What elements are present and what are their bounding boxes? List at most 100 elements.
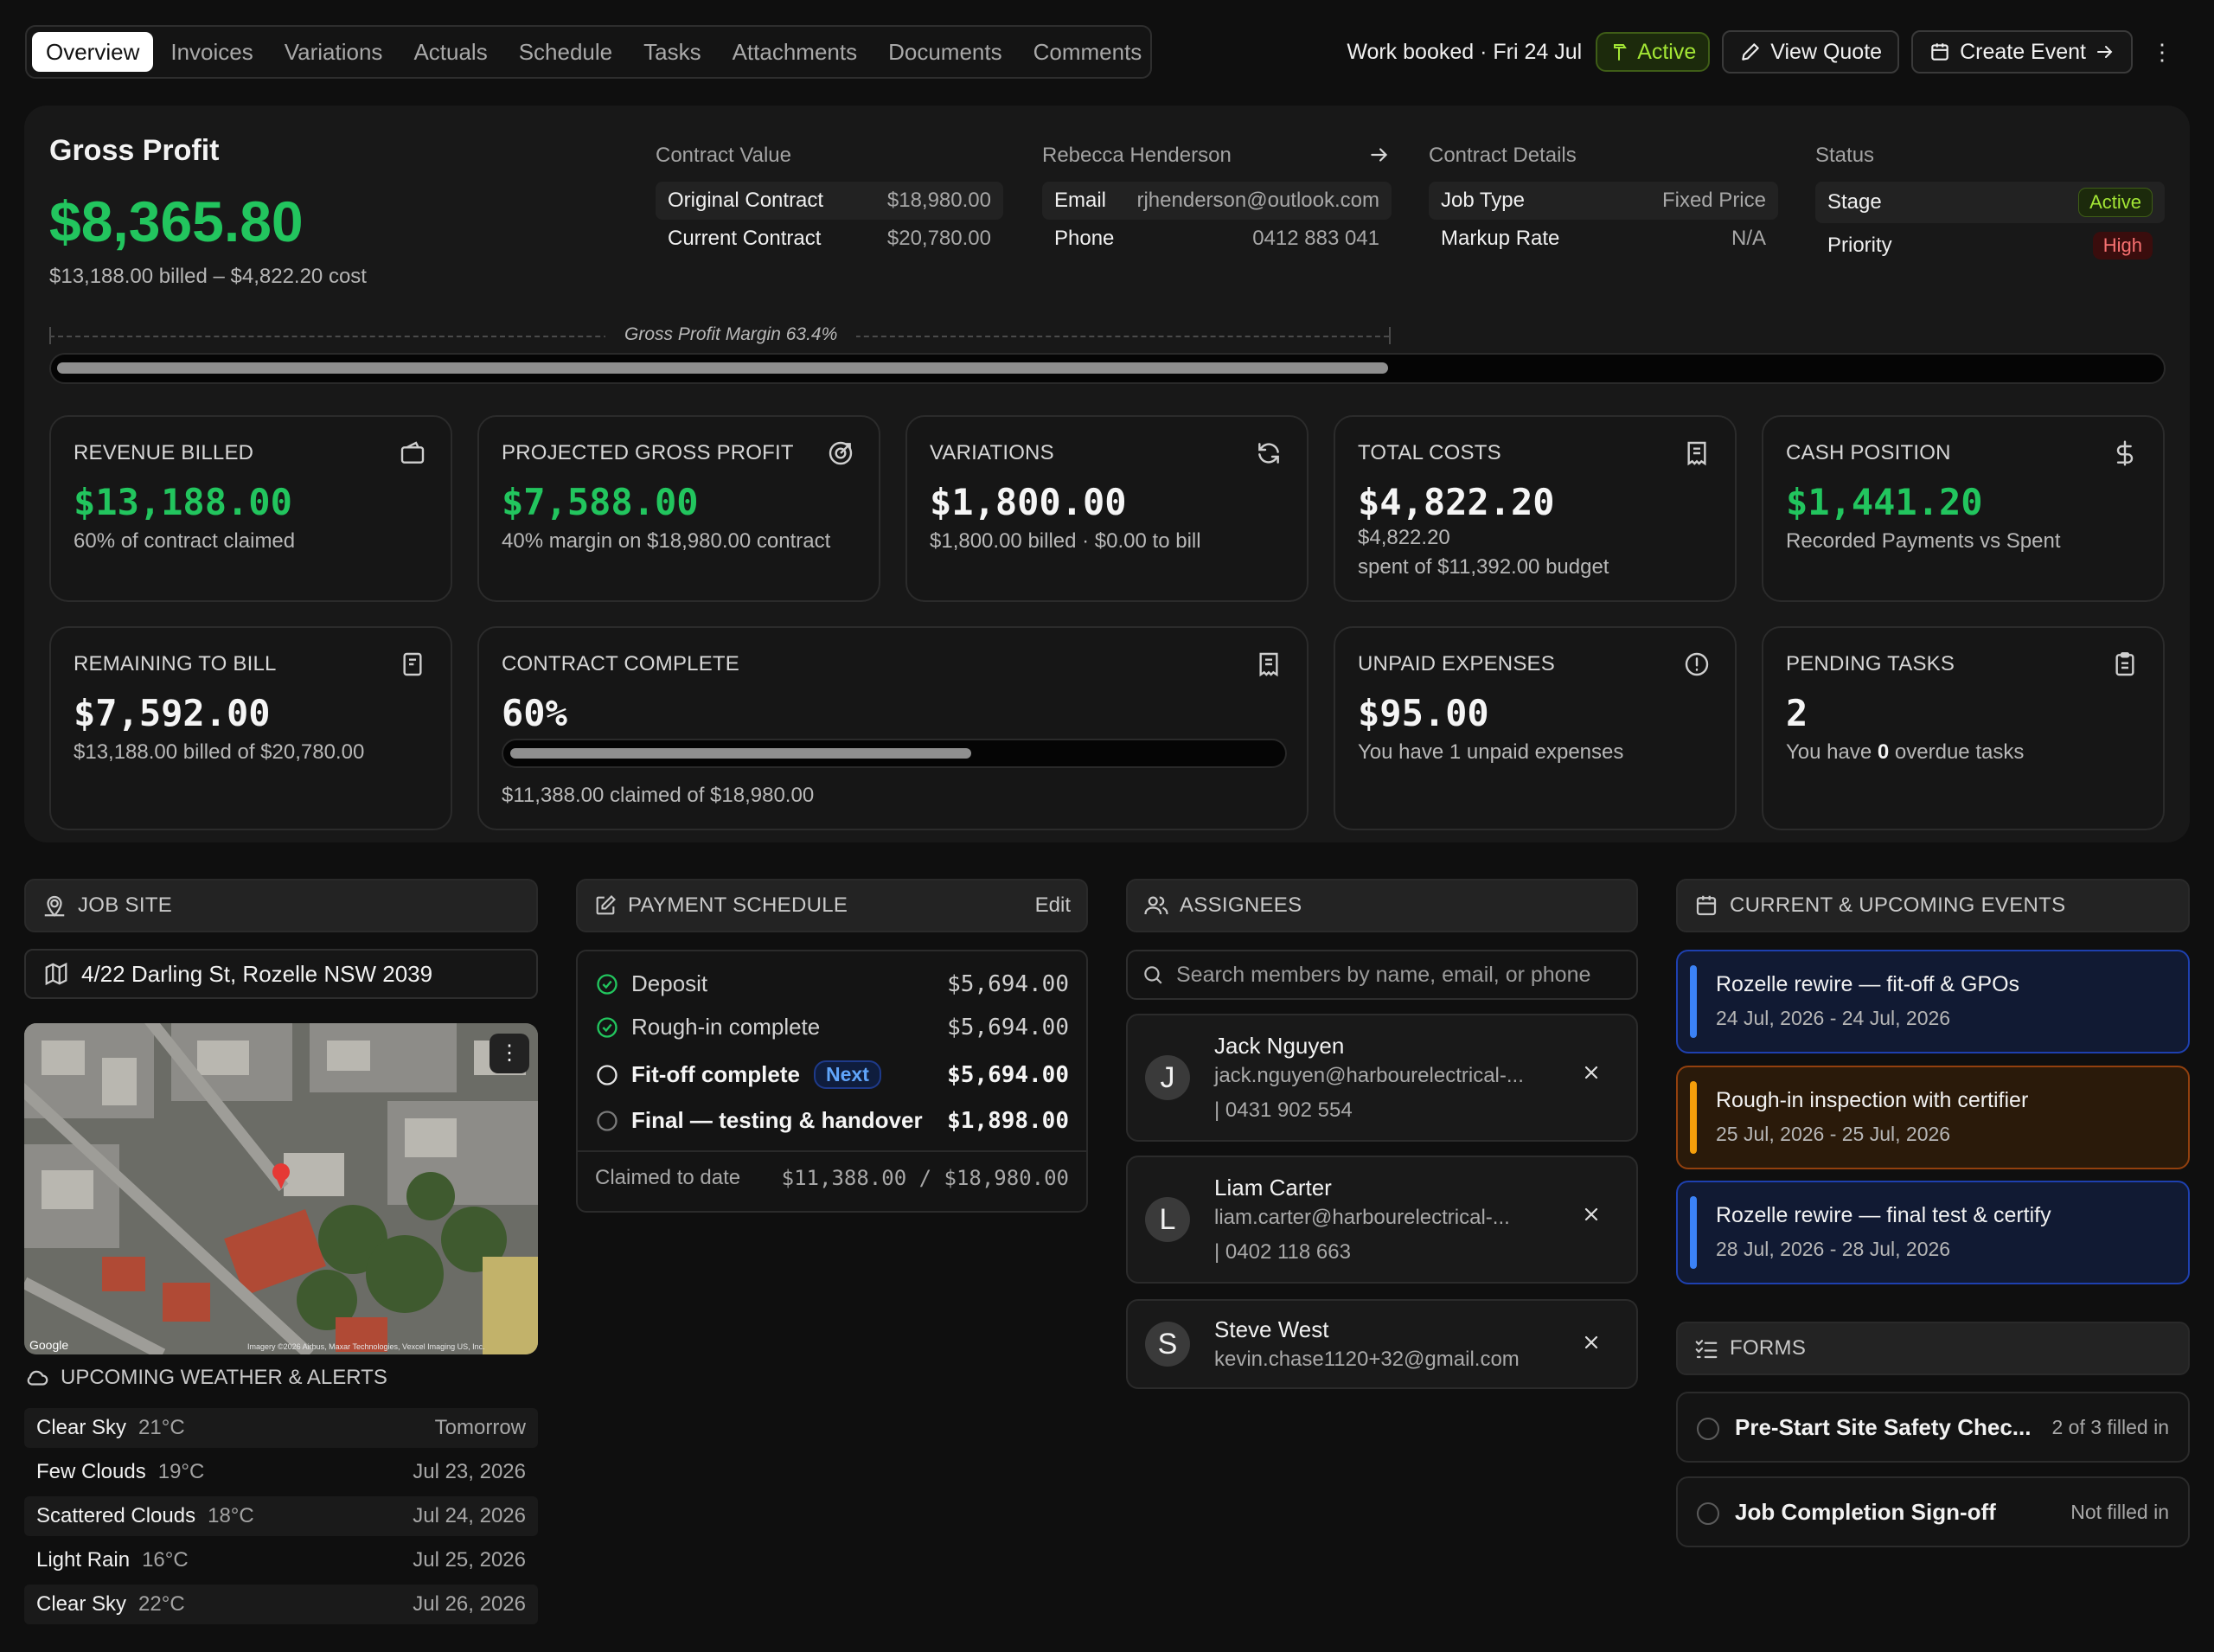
remove-assignee-button[interactable] — [1581, 1062, 1602, 1083]
payment-row[interactable]: Fit-off complete Next $5,694.00 — [595, 1060, 1069, 1089]
kv-key: Priority — [1827, 234, 1892, 257]
assignee-name: Jack Nguyen — [1214, 1033, 1345, 1059]
tab-variations[interactable]: Variations — [271, 32, 397, 72]
receipt-icon — [1683, 439, 1712, 469]
more-menu-button[interactable]: ⋮ — [2145, 30, 2179, 74]
stage-badge[interactable]: Active — [2078, 188, 2153, 217]
map-pin-icon — [42, 893, 67, 919]
payment-schedule-header: PAYMENT SCHEDULE Edit — [576, 879, 1088, 932]
client-open-link[interactable] — [1368, 144, 1391, 166]
payment-name: Rough-in complete — [631, 1014, 821, 1040]
hammer-icon — [1609, 42, 1630, 62]
card-value: 2 — [1786, 692, 1808, 734]
payment-name: Fit-off complete — [631, 1061, 800, 1087]
form-item[interactable]: Pre-Start Site Safety Chec... 2 of 3 fil… — [1676, 1392, 2190, 1463]
remove-assignee-button[interactable] — [1581, 1204, 1602, 1225]
circle-icon — [595, 1109, 619, 1133]
tab-invoices[interactable]: Invoices — [157, 32, 266, 72]
tab-documents[interactable]: Documents — [874, 32, 1016, 72]
event-color-stripe — [1690, 965, 1697, 1038]
gross-profit-breakdown: $13,188.00 billed – $4,822.20 cost — [49, 265, 367, 288]
weather-date: Jul 26, 2026 — [413, 1592, 526, 1616]
assignee-email: jack.nguyen@harbourelectrical-... — [1214, 1064, 1524, 1087]
avatar: L — [1145, 1197, 1190, 1242]
claimed-value: $11,388.00 / $18,980.00 — [781, 1166, 1069, 1190]
weather-condition: Light Rain — [36, 1548, 131, 1572]
remove-assignee-button[interactable] — [1581, 1332, 1602, 1353]
client-phone-row: Phone 0412 883 041 — [1042, 220, 1392, 258]
payment-amount: $5,694.00 — [947, 1061, 1069, 1088]
form-item[interactable]: Job Completion Sign-off Not filled in — [1676, 1476, 2190, 1547]
map-icon — [43, 961, 69, 987]
card-label: UNPAID EXPENSES — [1358, 652, 1555, 676]
form-status-circle — [1697, 1418, 1719, 1440]
create-event-label: Create Event — [1960, 39, 2086, 64]
event-color-stripe — [1690, 1081, 1697, 1154]
card-value: $7,592.00 — [74, 692, 271, 734]
tab-attachments[interactable]: Attachments — [719, 32, 872, 72]
assignee-search-input[interactable]: Search members by name, email, or phone — [1126, 950, 1638, 1000]
card-description: $11,388.00 claimed of $18,980.00 — [502, 784, 815, 807]
card-subvalue: $4,822.20 — [1358, 526, 1450, 549]
tab-actuals[interactable]: Actuals — [400, 32, 501, 72]
card-description: 40% margin on $18,980.00 contract — [502, 529, 831, 553]
assignee-name: Steve West — [1214, 1316, 1329, 1342]
client-contact-table: Email rjhenderson@outlook.com Phone 0412 8… — [1042, 182, 1392, 258]
card-description: Recorded Payments vs Spent — [1786, 529, 2061, 553]
client-name: Rebecca Henderson — [1042, 144, 1232, 167]
tab-tasks[interactable]: Tasks — [630, 32, 714, 72]
card-description: You have 1 unpaid expenses — [1358, 740, 1624, 764]
payment-row[interactable]: Final — testing & handover $1,898.00 — [595, 1107, 1069, 1134]
wallet-icon — [399, 439, 428, 469]
arrow-right-icon — [2095, 42, 2115, 62]
markup-rate-row: Markup Rate N/A — [1429, 220, 1778, 258]
clipboard-icon — [2111, 650, 2140, 680]
assignee-card[interactable]: L Liam Carter liam.carter@harbourelectri… — [1126, 1156, 1638, 1284]
form-status: 2 of 3 filled in — [2051, 1416, 2169, 1438]
tab-schedule[interactable]: Schedule — [505, 32, 626, 72]
assignees-header: ASSIGNEES — [1126, 879, 1638, 932]
gross-profit-amount: $8,365.80 — [49, 189, 304, 253]
client-email-row: Email rjhenderson@outlook.com — [1042, 182, 1392, 220]
card-label: PENDING TASKS — [1786, 652, 1955, 676]
card-description: 60% of contract claimed — [74, 529, 296, 553]
card-description: $1,800.00 billed · $0.00 to bill — [930, 529, 1201, 553]
event-date: 28 Jul, 2026 - 28 Jul, 2026 — [1716, 1238, 1951, 1260]
events-header: CURRENT & UPCOMING EVENTS — [1676, 879, 2190, 932]
kv-value[interactable]: rjhenderson@outlook.com — [1136, 189, 1379, 213]
event-title: Rozelle rewire — fit-off & GPOs — [1716, 972, 2020, 996]
assignee-phone: | 0431 902 554 — [1214, 1098, 1353, 1122]
weather-condition: Clear Sky — [36, 1592, 127, 1616]
margin-bar-fill — [57, 362, 1388, 374]
dollar-icon — [2111, 439, 2140, 469]
job-site-map[interactable]: Google Imagery ©2026 Airbus, Maxar Techn… — [24, 1023, 538, 1354]
form-name: Pre-Start Site Safety Chec... — [1735, 1414, 2032, 1440]
avatar: S — [1145, 1322, 1190, 1367]
target-icon — [827, 439, 856, 469]
assignee-card[interactable]: J Jack Nguyen jack.nguyen@harbourelectri… — [1126, 1014, 1638, 1142]
create-event-button[interactable]: Create Event — [1911, 30, 2133, 74]
payment-row[interactable]: Rough-in complete $5,694.00 — [595, 1014, 1069, 1041]
event-card[interactable]: Rozelle rewire — final test & certify 28… — [1676, 1181, 2190, 1284]
original-contract-row: Original Contract $18,980.00 — [656, 182, 1003, 220]
form-name: Job Completion Sign-off — [1735, 1499, 1996, 1525]
assignee-card[interactable]: S Steve West kevin.chase1120+32@gmail.co… — [1126, 1299, 1638, 1389]
job-site-address[interactable]: 4/22 Darling St, Rozelle NSW 2039 — [24, 949, 538, 999]
tab-overview[interactable]: Overview — [32, 32, 154, 72]
job-status-badge[interactable]: Active — [1596, 32, 1711, 72]
payment-row[interactable]: Deposit $5,694.00 — [595, 970, 1069, 997]
tab-comments[interactable]: Comments — [1020, 32, 1156, 72]
priority-badge[interactable]: High — [2092, 232, 2153, 259]
event-card[interactable]: Rough-in inspection with certifier 25 Ju… — [1676, 1066, 2190, 1169]
map-options-button[interactable]: ⋮ — [490, 1034, 529, 1073]
status-table: Stage Active Priority High — [1815, 182, 2165, 268]
kv-value[interactable]: 0412 883 041 — [1252, 227, 1379, 251]
card-label: REVENUE BILLED — [74, 441, 254, 464]
edit-square-icon — [593, 893, 617, 918]
current-contract-row: Current Contract $20,780.00 — [656, 220, 1003, 258]
event-card[interactable]: Rozelle rewire — fit-off & GPOs 24 Jul, … — [1676, 950, 2190, 1053]
edit-payment-button[interactable]: Edit — [1035, 893, 1071, 918]
priority-row: Priority High — [1815, 223, 2165, 268]
card-description: You have 0 overdue tasks — [1786, 740, 2024, 765]
view-quote-button[interactable]: View Quote — [1722, 30, 1900, 74]
